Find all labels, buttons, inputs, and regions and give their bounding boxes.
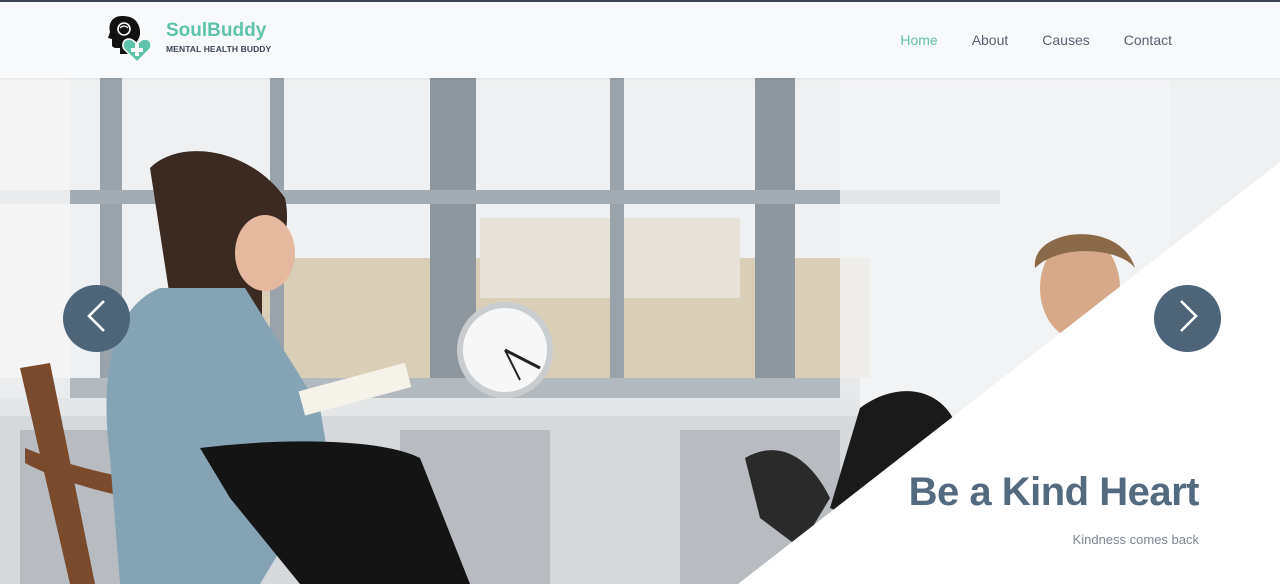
main-nav: Home About Causes Contact (900, 31, 1172, 49)
nav-causes[interactable]: Causes (1042, 31, 1089, 49)
hero-title: Be a Kind Heart (908, 470, 1200, 514)
head-heart-plus-icon (108, 14, 152, 64)
chevron-right-icon (1176, 299, 1200, 338)
chevron-left-icon (85, 299, 109, 338)
nav-about[interactable]: About (972, 31, 1009, 49)
nav-home[interactable]: Home (900, 31, 937, 49)
logo[interactable]: SoulBuddy MENTAL HEALTH BUDDY (108, 14, 272, 64)
nav-contact[interactable]: Contact (1124, 31, 1172, 49)
prev-slide-button[interactable] (63, 285, 130, 352)
site-header: SoulBuddy MENTAL HEALTH BUDDY Home About… (0, 0, 1280, 78)
next-slide-button[interactable] (1154, 285, 1221, 352)
hero-subtitle: Kindness comes back (1072, 532, 1199, 547)
brand-name: SoulBuddy (166, 20, 267, 41)
hero-slider: Be a Kind Heart Kindness comes back (0, 78, 1280, 584)
brand-tagline: MENTAL HEALTH BUDDY (166, 44, 272, 54)
